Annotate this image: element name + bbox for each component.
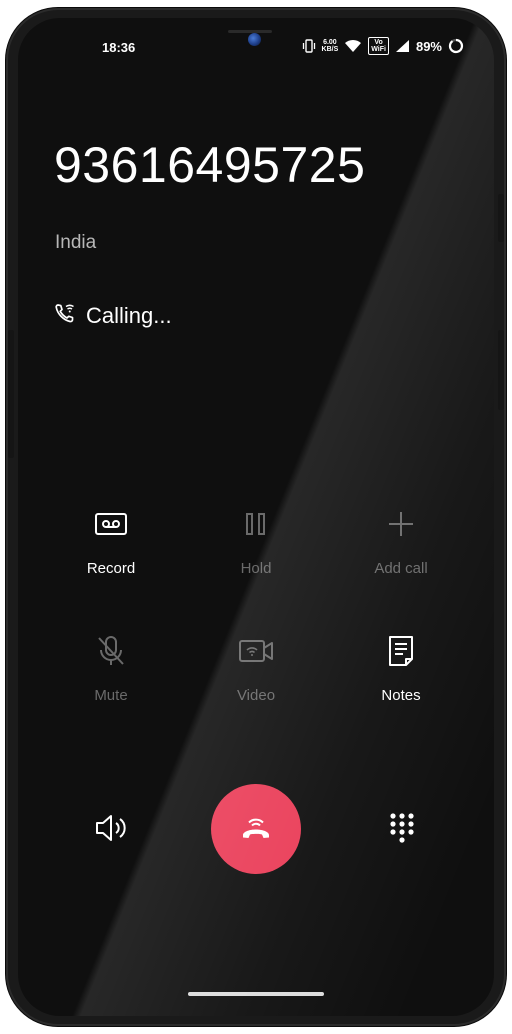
call-status-text: Calling...: [86, 303, 172, 328]
side-button-right-top: [498, 194, 504, 242]
status-time: 18:36: [102, 40, 136, 55]
plus-icon: [389, 512, 413, 536]
end-call-button[interactable]: [211, 784, 301, 874]
home-indicator[interactable]: [188, 992, 324, 996]
net-speed-value: 6.00: [323, 39, 337, 46]
call-actions: [18, 784, 494, 874]
phone-number: 93616495725: [54, 137, 366, 193]
mute-button[interactable]: Mute: [36, 631, 186, 704]
speaker-button[interactable]: [93, 810, 129, 846]
video-label: Video: [236, 687, 276, 704]
wifi-icon: [344, 39, 362, 53]
volte-bottom: WiFi: [371, 46, 386, 53]
hold-label: Hold: [240, 560, 272, 577]
wifi-calling-icon: [54, 302, 76, 330]
notes-label: Notes: [381, 687, 421, 704]
mute-label: Mute: [94, 687, 128, 704]
net-speed-unit: KB/S: [321, 46, 339, 53]
call-screen: 18:36 6.00 KB/S Vo WiFi 89% 93616495725 …: [18, 18, 494, 1016]
status-bar: 18:36 6.00 KB/S Vo WiFi 89%: [18, 18, 494, 62]
notes-icon: [389, 636, 413, 666]
dialpad-button[interactable]: [384, 810, 420, 846]
side-button-right-bottom: [498, 330, 504, 410]
volte-wifi-icon: Vo WiFi: [368, 37, 389, 55]
volte-top: Vo: [374, 39, 383, 46]
signal-icon: [395, 39, 410, 53]
hold-button[interactable]: Hold: [181, 504, 331, 577]
net-speed: 6.00 KB/S: [322, 39, 339, 53]
video-button[interactable]: Video: [181, 631, 331, 704]
side-button-left: [8, 330, 14, 458]
notes-button[interactable]: Notes: [326, 631, 476, 704]
vibrate-icon: [302, 39, 316, 53]
caller-location: India: [55, 232, 97, 253]
add-call-label: Add call: [374, 560, 428, 577]
battery-ring-icon: [448, 38, 464, 54]
call-status: Calling...: [54, 302, 172, 330]
record-label: Record: [86, 560, 136, 577]
record-icon: [95, 513, 127, 535]
pause-icon: [246, 513, 265, 535]
end-call-icon: [243, 818, 269, 838]
video-icon: [239, 640, 273, 662]
add-call-button[interactable]: Add call: [326, 504, 476, 577]
speaker-icon: [96, 815, 126, 841]
status-icons: 6.00 KB/S Vo WiFi 89%: [302, 36, 464, 56]
record-button[interactable]: Record: [36, 504, 186, 577]
battery-percent: 89%: [415, 38, 442, 54]
mic-off-icon: [98, 636, 124, 665]
dialpad-icon: [390, 813, 414, 843]
